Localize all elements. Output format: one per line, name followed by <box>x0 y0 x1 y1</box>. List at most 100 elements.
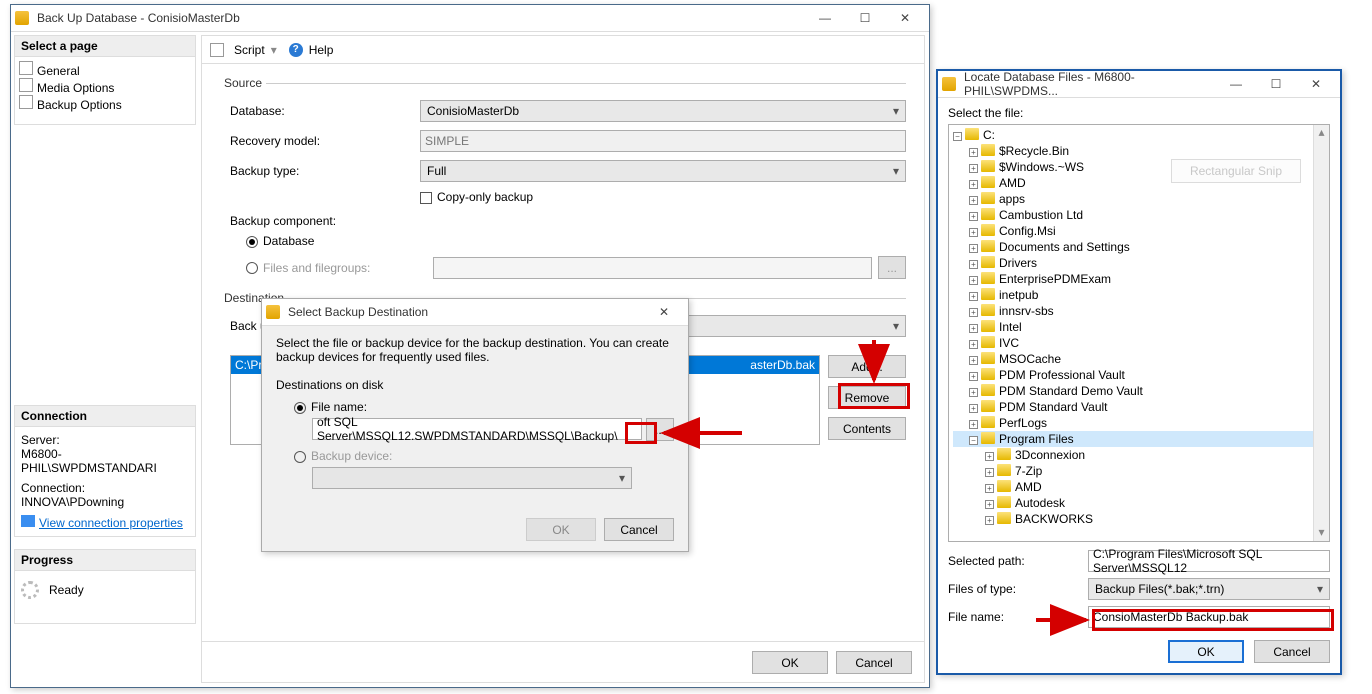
tree-item[interactable]: −Program Files <box>953 431 1325 447</box>
help-icon: ? <box>289 43 303 57</box>
locate-ok-button[interactable]: OK <box>1168 640 1244 663</box>
progress-header: Progress <box>14 549 196 571</box>
dialog-intro: Select the file or backup device for the… <box>276 336 674 364</box>
contents-button[interactable]: Contents <box>828 417 906 440</box>
filegroups-label: Files and filegroups: <box>263 261 433 275</box>
dialog-title: Select Backup Destination <box>284 305 644 319</box>
tree-item[interactable]: +PDM Standard Vault <box>953 399 1325 415</box>
backup-type-dropdown[interactable]: Full <box>420 160 906 182</box>
tree-item[interactable]: +Intel <box>953 319 1325 335</box>
main-ok-button[interactable]: OK <box>752 651 828 674</box>
tree-item[interactable]: +3Dconnexion <box>953 447 1325 463</box>
filegroups-text <box>433 257 872 279</box>
progress-status: Ready <box>49 583 84 597</box>
filename-label: File name: <box>948 610 1088 624</box>
remove-button[interactable]: Remove <box>828 386 906 409</box>
locate-maximize[interactable]: ☐ <box>1256 72 1296 96</box>
filename-textbox[interactable]: oft SQL Server\MSSQL12.SWPDMSTANDARD\MSS… <box>312 418 642 440</box>
tree-item[interactable]: +Cambustion Ltd <box>953 207 1325 223</box>
locate-title: Locate Database Files - M6800-PHIL\SWPDM… <box>960 70 1216 98</box>
tree-item[interactable]: +$Recycle.Bin <box>953 143 1325 159</box>
add-button[interactable]: Add... <box>828 355 906 378</box>
radio-backup-device[interactable]: Backup device: <box>294 449 674 463</box>
select-page-header: Select a page <box>14 35 196 57</box>
page-media-options[interactable]: Media Options <box>19 78 191 95</box>
browse-button[interactable]: ... <box>646 418 674 441</box>
tree-item[interactable]: +MSOCache <box>953 351 1325 367</box>
destinations-group-label: Destinations on disk <box>276 378 674 392</box>
page-backup-options[interactable]: Backup Options <box>19 95 191 112</box>
tree-item[interactable]: +apps <box>953 191 1325 207</box>
filetype-dropdown[interactable]: Backup Files(*.bak;*.trn) <box>1088 578 1330 600</box>
window-title: Back Up Database - ConisioMasterDb <box>33 11 805 25</box>
backup-component-label: Backup component: <box>220 204 906 228</box>
dest-cancel-button[interactable]: Cancel <box>604 518 674 541</box>
select-file-label: Select the file: <box>948 106 1330 120</box>
page-general[interactable]: General <box>19 61 191 78</box>
monitor-icon <box>21 515 35 527</box>
radio-filename[interactable]: File name: <box>294 400 674 414</box>
main-cancel-button[interactable]: Cancel <box>836 651 912 674</box>
tree-item[interactable]: +Documents and Settings <box>953 239 1325 255</box>
database-icon <box>942 77 956 91</box>
filename-input[interactable]: ConsioMasterDb Backup.bak <box>1088 606 1330 628</box>
locate-files-dialog: Locate Database Files - M6800-PHIL\SWPDM… <box>936 69 1342 675</box>
tree-item[interactable]: +inetpub <box>953 287 1325 303</box>
tree-item[interactable]: +PDM Standard Demo Vault <box>953 383 1325 399</box>
source-legend: Source <box>220 76 266 90</box>
script-icon <box>210 43 224 57</box>
server-value: M6800-PHIL\SWPDMSTANDARI <box>21 447 189 475</box>
locate-cancel-button[interactable]: Cancel <box>1254 640 1330 663</box>
select-destination-dialog: Select Backup Destination ✕ Select the f… <box>261 298 689 552</box>
database-dropdown[interactable]: ConisioMasterDb <box>420 100 906 122</box>
tree-scrollbar[interactable]: ▴ ▾ <box>1313 125 1329 541</box>
radio-database[interactable]: Database <box>246 234 906 248</box>
folder-tree[interactable]: ▴ ▾ −C:+$Recycle.Bin+$Windows.~WS+AMD+ap… <box>948 124 1330 542</box>
connection-value: INNOVA\PDowning <box>21 495 189 509</box>
database-label: Database: <box>230 104 420 118</box>
page-icon <box>19 95 33 109</box>
maximize-button[interactable]: ☐ <box>845 6 885 30</box>
copy-only-checkbox[interactable]: Copy-only backup <box>420 190 906 204</box>
recovery-model-label: Recovery model: <box>230 134 420 148</box>
tree-item[interactable]: +PerfLogs <box>953 415 1325 431</box>
database-icon <box>15 11 29 25</box>
tree-item[interactable]: +IVC <box>953 335 1325 351</box>
help-button[interactable]: Help <box>309 43 334 57</box>
dest-ok-button[interactable]: OK <box>526 518 596 541</box>
locate-close[interactable]: ✕ <box>1296 72 1336 96</box>
connection-header: Connection <box>14 405 196 427</box>
close-button[interactable]: ✕ <box>885 6 925 30</box>
minimize-button[interactable]: — <box>805 6 845 30</box>
view-connection-properties[interactable]: View connection properties <box>21 515 189 530</box>
tree-item[interactable]: +innsrv-sbs <box>953 303 1325 319</box>
tree-item[interactable]: +Config.Msi <box>953 223 1325 239</box>
rectangular-snip-button[interactable]: Rectangular Snip <box>1171 159 1301 183</box>
tree-item[interactable]: +7-Zip <box>953 463 1325 479</box>
dialog-close-button[interactable]: ✕ <box>644 300 684 324</box>
titlebar: Back Up Database - ConisioMasterDb — ☐ ✕ <box>11 5 929 32</box>
recovery-model-value: SIMPLE <box>420 130 906 152</box>
tree-item[interactable]: +Drivers <box>953 255 1325 271</box>
left-pane: Select a page General Media Options Back… <box>14 35 196 624</box>
tree-item[interactable]: +AMD <box>953 479 1325 495</box>
page-icon <box>19 78 33 92</box>
filetype-label: Files of type: <box>948 582 1088 596</box>
selected-path-value[interactable]: C:\Program Files\Microsoft SQL Server\MS… <box>1088 550 1330 572</box>
radio-filegroups[interactable] <box>246 262 258 274</box>
tree-item[interactable]: +BACKWORKS <box>953 511 1325 527</box>
connection-label: Connection: <box>21 481 189 495</box>
page-icon <box>19 61 33 75</box>
tree-item[interactable]: +EnterprisePDMExam <box>953 271 1325 287</box>
tree-item[interactable]: +PDM Professional Vault <box>953 367 1325 383</box>
tree-item[interactable]: +Autodesk <box>953 495 1325 511</box>
database-icon <box>266 305 280 319</box>
tree-item[interactable]: −C: <box>953 127 1325 143</box>
filegroups-browse[interactable]: ... <box>878 256 906 279</box>
locate-minimize[interactable]: — <box>1216 72 1256 96</box>
server-label: Server: <box>21 433 189 447</box>
script-button[interactable]: Script <box>234 43 265 57</box>
selected-path-label: Selected path: <box>948 554 1088 568</box>
backup-device-dropdown <box>312 467 632 489</box>
progress-spinner-icon <box>21 581 39 599</box>
